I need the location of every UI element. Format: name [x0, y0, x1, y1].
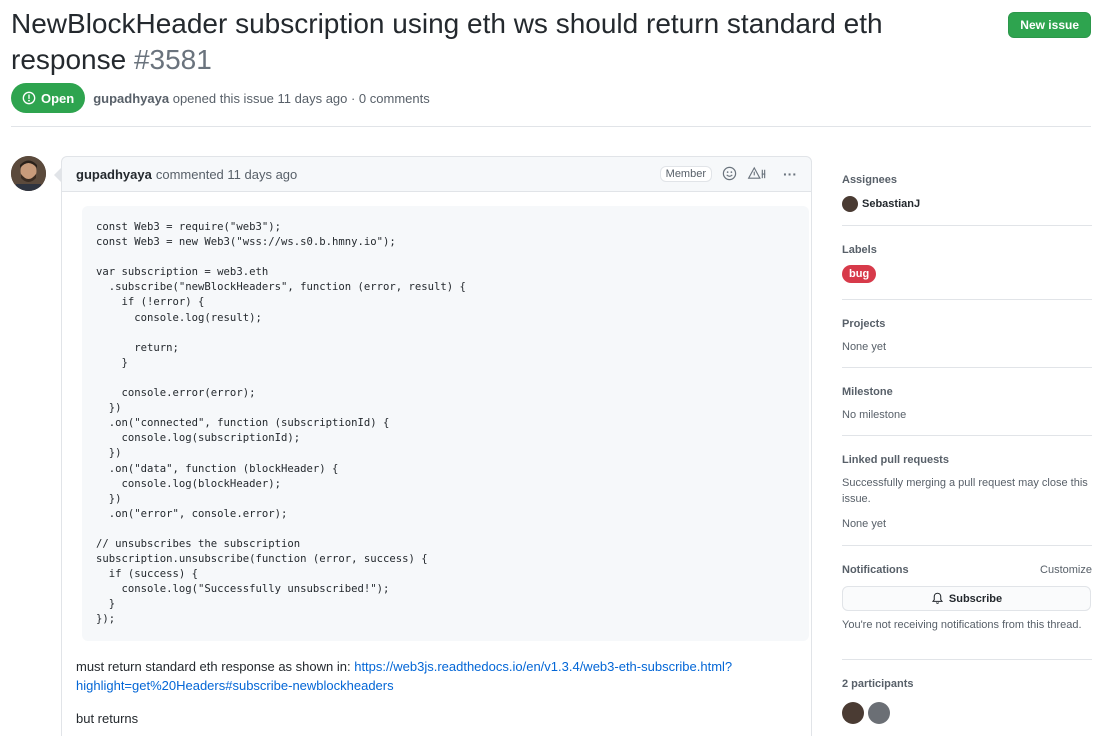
issue-comment: gupadhyaya commented 11 days ago Member … — [54, 156, 812, 736]
paragraph-text: must return standard eth response as sho… — [76, 659, 355, 674]
linked-prs-value: None yet — [842, 518, 887, 530]
projects-section: Projects None yet — [842, 300, 1092, 368]
labels-section: Labels bug — [842, 226, 1092, 300]
milestone-value: No milestone — [842, 409, 907, 421]
milestone-section: Milestone No milestone — [842, 368, 1092, 436]
kebab-menu-icon[interactable]: ··· — [783, 167, 797, 181]
participants-heading: 2 participants — [842, 678, 914, 690]
code-block: const Web3 = require("web3"); const Web3… — [82, 206, 809, 641]
comment-paragraph-2: but returns — [76, 711, 139, 726]
issue-header: NewBlockHeader subscription using eth ws… — [11, 6, 1091, 113]
participant-avatar[interactable] — [842, 702, 864, 724]
notifications-section: Notifications Customize Subscribe You're… — [842, 546, 1092, 660]
assignee-avatar — [842, 196, 858, 212]
assignees-section: Assignees SebastianJ — [842, 158, 1092, 226]
linked-prs-heading[interactable]: Linked pull requests — [842, 452, 1092, 468]
issue-opened-icon — [22, 91, 36, 105]
assignee-name: SebastianJ — [862, 198, 921, 210]
participants-list — [842, 702, 1092, 724]
report-content-icon[interactable] — [747, 166, 769, 183]
smiley-icon[interactable] — [722, 166, 737, 183]
issue-sidebar: Assignees SebastianJ Labels bug Projects… — [842, 158, 1092, 724]
projects-heading[interactable]: Projects — [842, 316, 1092, 332]
linked-prs-description: Successfully merging a pull request may … — [842, 477, 1088, 505]
comment-body: const Web3 = require("web3"); const Web3… — [61, 192, 812, 736]
subscribe-label: Subscribe — [948, 592, 1003, 605]
bug-label[interactable]: bug — [842, 265, 877, 283]
issue-meta: Open gupadhyaya opened this issue 11 day… — [11, 83, 430, 113]
avatar-image — [11, 156, 46, 191]
comment-header: gupadhyaya commented 11 days ago Member … — [54, 156, 812, 192]
bell-icon — [931, 592, 943, 604]
state-label: Open — [41, 90, 75, 106]
issue-title: NewBlockHeader subscription using eth ws… — [11, 6, 1001, 78]
author-avatar[interactable] — [11, 156, 46, 191]
notifications-label: Notifications — [842, 564, 909, 576]
assignees-heading[interactable]: Assignees — [842, 172, 1092, 188]
participant-avatar[interactable] — [868, 702, 890, 724]
title-row: NewBlockHeader subscription using eth ws… — [11, 6, 1091, 80]
opened-meta: gupadhyaya opened this issue 11 days ago… — [93, 91, 430, 106]
comment-time[interactable]: commented 11 days ago — [156, 167, 297, 182]
notifications-heading: Notifications Customize — [842, 562, 1092, 578]
issue-author-link[interactable]: gupadhyaya — [93, 91, 169, 106]
state-badge: Open — [11, 83, 86, 113]
linked-prs-section: Linked pull requests Successfully mergin… — [842, 436, 1092, 546]
assignee-item[interactable]: SebastianJ — [842, 196, 1092, 212]
header-divider — [11, 126, 1091, 127]
subscribe-button[interactable]: Subscribe — [842, 586, 1091, 611]
milestone-heading[interactable]: Milestone — [842, 384, 1092, 400]
participants-section: 2 participants — [842, 660, 1092, 724]
member-badge: Member — [659, 166, 712, 182]
customize-link[interactable]: Customize — [1040, 562, 1092, 578]
labels-heading[interactable]: Labels — [842, 242, 1092, 258]
projects-value: None yet — [842, 341, 887, 353]
comment-paragraph-1: must return standard eth response as sho… — [76, 657, 797, 695]
notifications-description: You're not receiving notifications from … — [842, 619, 1082, 631]
opened-text: opened this issue 11 days ago · 0 commen… — [172, 90, 430, 106]
comment-actions: Member ··· — [659, 166, 797, 183]
comment-author[interactable]: gupadhyaya — [76, 167, 152, 182]
new-issue-button[interactable]: New issue — [1008, 12, 1091, 38]
issue-number: #3581 — [133, 44, 212, 75]
